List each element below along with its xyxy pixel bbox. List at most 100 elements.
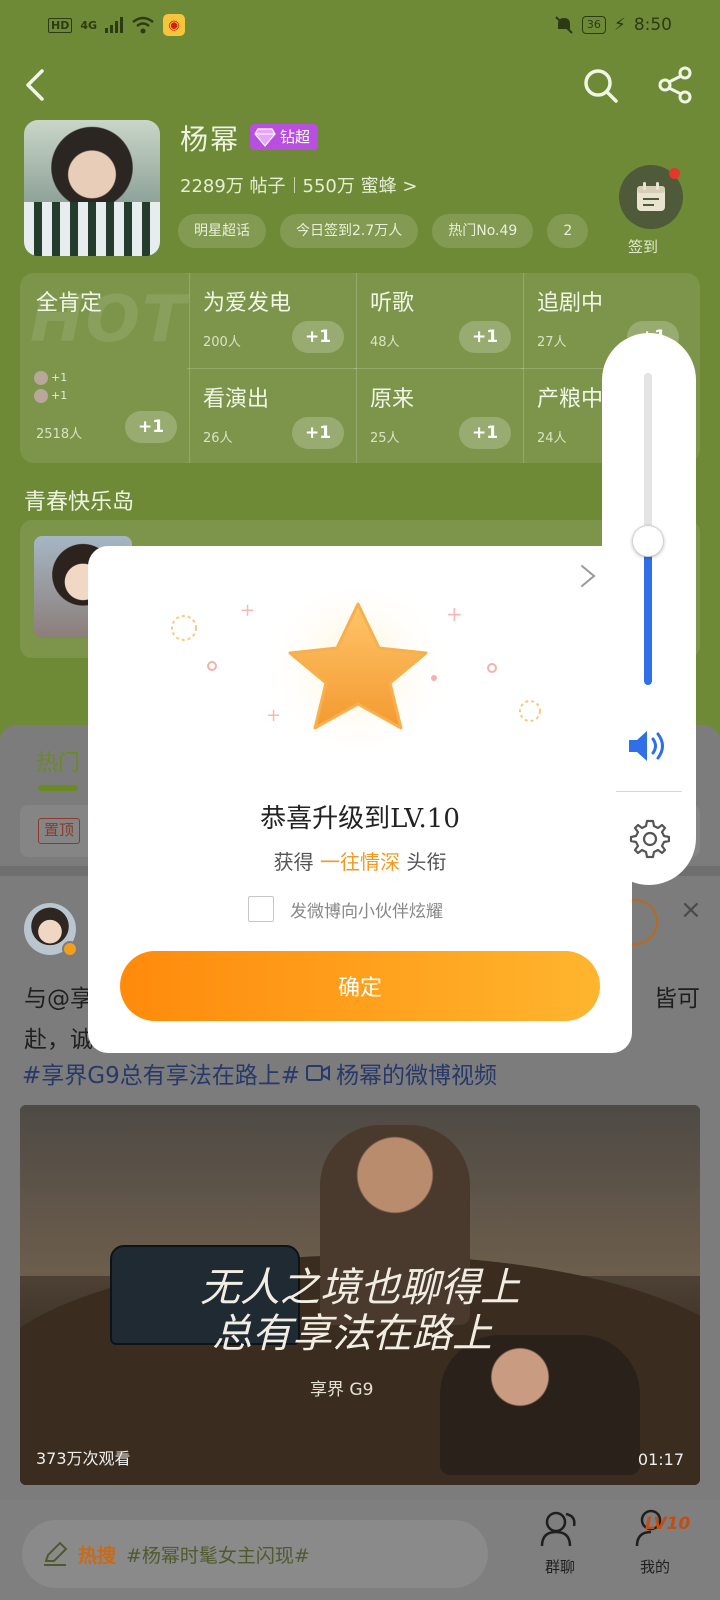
cell-count: 48人 xyxy=(370,335,400,350)
checkin-label: 签到 xyxy=(628,238,659,256)
calendar-icon xyxy=(637,182,665,211)
profile-name: 杨幂 xyxy=(180,123,241,156)
clock: 8:50 xyxy=(633,15,672,35)
status-bar: HD 4G ◉ 36 ⚡ 8:50 xyxy=(0,0,720,50)
hashtag-line: #享界G9总有享法在路上# 杨幂的微博视频 xyxy=(22,1056,497,1090)
volume-slider-fill xyxy=(644,541,652,685)
network-type: 4G xyxy=(80,18,98,32)
me-label: 我的 xyxy=(639,1558,670,1576)
divider xyxy=(616,791,682,792)
notification-dot xyxy=(669,168,680,179)
svg-text:+: + xyxy=(446,602,463,626)
cell-title: 听歌 xyxy=(370,291,415,316)
plus-one-button[interactable]: +1 xyxy=(459,321,511,353)
cell-count: 26人 xyxy=(203,431,233,446)
tag-checkin-count[interactable]: 今日签到2.7万人 xyxy=(280,214,419,248)
view-count: 373万次观看 xyxy=(36,1449,131,1468)
me-tab[interactable]: LV10 我的 xyxy=(615,1508,695,1577)
post-text-line-2: 赴，诚 xyxy=(24,1027,93,1053)
cell-title: 看演出 xyxy=(203,387,270,412)
cell-count: 24人 xyxy=(537,431,567,446)
tag-row: 明星超话 今日签到2.7万人 热门No.49 2 xyxy=(178,214,598,248)
pinned-badge: 置顶 xyxy=(38,818,81,844)
dialog-reward: 获得 一往情深 头衔 xyxy=(273,850,447,874)
hd-indicator: HD xyxy=(48,17,73,33)
pen-icon xyxy=(44,1541,68,1566)
mini-avatars: +1 +1 xyxy=(34,369,67,405)
back-icon[interactable] xyxy=(16,65,56,105)
nav-bar xyxy=(0,55,720,115)
posts-count: 2289万 帖子 xyxy=(180,176,286,197)
share-icon[interactable] xyxy=(655,65,695,105)
diamond-badge[interactable]: 钻超 xyxy=(250,124,319,150)
dialog-title: 恭喜升级到LV.10 xyxy=(260,804,460,834)
group-chat-tab[interactable]: 群聊 xyxy=(530,1508,590,1577)
cell-title: 为爱发电 xyxy=(203,291,292,316)
close-icon[interactable]: × xyxy=(680,895,702,925)
grid-cell-all-affirm[interactable]: 全肯定 +1 +1 2518人 +1 xyxy=(20,273,190,463)
diamond-icon xyxy=(254,128,276,147)
share-label: 发微博向小伙伴炫耀 xyxy=(290,901,443,922)
profile-avatar[interactable] xyxy=(24,120,160,256)
tag-more[interactable]: 2 xyxy=(547,214,589,248)
cell-count: 27人 xyxy=(537,335,567,350)
cell-title: 产粮中 xyxy=(537,387,604,412)
svg-text:+: + xyxy=(266,705,281,726)
video-camera-icon xyxy=(306,1065,330,1081)
video-duration: 01:17 xyxy=(637,1450,684,1469)
video-player[interactable]: 无人之境也聊得上 总有享法在路上 享界 G9 373万次观看 01:17 xyxy=(20,1105,700,1485)
grid-cell-original[interactable]: 原来 25人 +1 xyxy=(354,368,524,463)
post-hashtag[interactable]: #享界G9总有享法在路上# xyxy=(22,1056,300,1090)
svg-text:+: + xyxy=(240,600,255,621)
post-text-start[interactable]: 与@享 xyxy=(24,986,93,1012)
tag-hot-rank[interactable]: 热门No.49 xyxy=(432,214,534,248)
hot-search-topic: #杨幂时髦女主闪现# xyxy=(126,1544,310,1567)
plus-one-button[interactable]: +1 xyxy=(292,321,344,353)
share-checkbox[interactable] xyxy=(248,896,274,922)
mute-bell-icon xyxy=(555,16,573,34)
dialog-close-icon[interactable] xyxy=(574,562,602,590)
hot-search-label: 热搜 xyxy=(78,1544,117,1567)
volume-slider-knob[interactable] xyxy=(632,525,664,558)
compose-box[interactable]: 热搜 #杨幂时髦女主闪现# xyxy=(22,1520,488,1588)
cell-count: 200人 xyxy=(203,335,241,350)
cell-title: 原来 xyxy=(370,387,415,412)
battery-indicator: 36 xyxy=(581,16,606,34)
cell-title: 追剧中 xyxy=(537,291,604,316)
fans-count[interactable]: 550万 蜜蜂 > xyxy=(303,172,418,198)
grid-cell-listen-music[interactable]: 听歌 48人 +1 xyxy=(354,273,524,368)
confirm-button[interactable]: 确定 xyxy=(120,951,600,1021)
verified-badge-icon xyxy=(62,941,78,957)
gear-icon[interactable] xyxy=(628,817,670,859)
share-option: 发微博向小伙伴炫耀 xyxy=(248,896,443,922)
video-link[interactable]: 杨幂的微博视频 xyxy=(336,1056,497,1090)
grid-cell-fan-power[interactable]: 为爱发电 200人 +1 xyxy=(187,273,357,368)
signal-icon xyxy=(105,17,124,33)
video-brand: 享界 G9 xyxy=(310,1380,374,1400)
level-badge: LV10 xyxy=(645,1514,691,1534)
star-icon: + + + xyxy=(171,586,541,756)
activity-grid: HOT 全肯定 +1 +1 2518人 +1 为爱发电 200人 +1 听歌 48… xyxy=(20,273,700,463)
search-icon[interactable] xyxy=(580,65,620,105)
post-text-end: 皆可 xyxy=(654,986,700,1012)
speaker-icon[interactable] xyxy=(627,728,669,764)
plus-one-button[interactable]: +1 xyxy=(125,411,177,443)
grid-cell-watch-show[interactable]: 看演出 26人 +1 xyxy=(187,368,357,463)
wifi-icon xyxy=(132,16,154,34)
tab-hot[interactable]: 热门 xyxy=(36,745,80,777)
cell-count: 25人 xyxy=(370,431,400,446)
group-chat-icon xyxy=(540,1511,576,1547)
weibo-app-icon: ◉ xyxy=(163,14,186,36)
reward-title: 一往情深 xyxy=(320,850,400,874)
charging-icon: ⚡ xyxy=(613,15,626,35)
tag-star-topic[interactable]: 明星超话 xyxy=(178,214,266,248)
cell-count: 2518人 xyxy=(36,427,83,442)
plus-one-button[interactable]: +1 xyxy=(292,417,344,449)
volume-panel xyxy=(602,333,696,885)
cell-title: 全肯定 xyxy=(36,291,103,316)
video-slogan: 无人之境也聊得上 总有享法在路上 xyxy=(200,1265,520,1357)
group-chat-label: 群聊 xyxy=(544,1558,575,1576)
profile-stats: 2289万 帖子 550万 蜜蜂 > xyxy=(180,172,417,198)
tab-indicator xyxy=(38,785,78,791)
plus-one-button[interactable]: +1 xyxy=(459,417,511,449)
